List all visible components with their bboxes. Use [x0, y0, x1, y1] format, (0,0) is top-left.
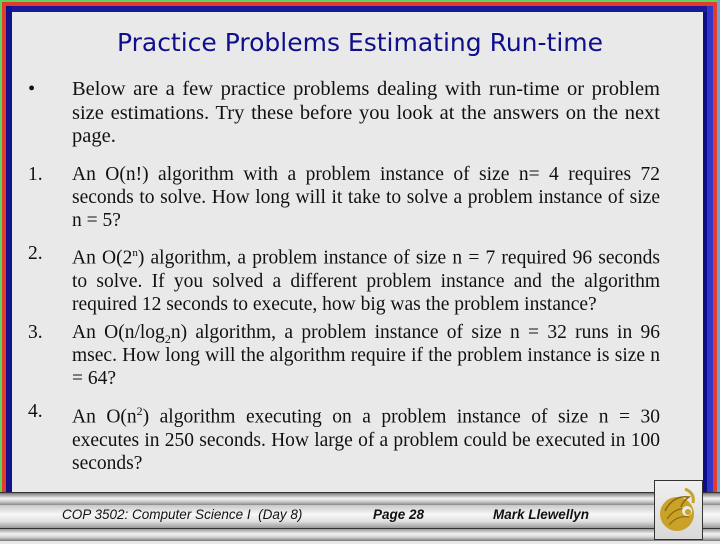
- footer-course: COP 3502: Computer Science I (Day 8): [62, 507, 303, 522]
- footer-page-number: Page 28: [373, 507, 425, 522]
- border-navy-left: [6, 6, 12, 495]
- border-blue-right: [707, 6, 713, 495]
- problem-number: 1.: [28, 164, 43, 185]
- intro-text: Below are a few practice problems dealin…: [72, 78, 660, 147]
- problem-text-part: An O(n/log: [72, 322, 165, 343]
- logo-box: [654, 480, 703, 540]
- footer-bar-bottom: [0, 528, 720, 541]
- problem-text-part: An O(n: [72, 406, 137, 428]
- footer-author: Mark Llewellyn: [493, 507, 590, 522]
- problem-number: 4.: [28, 401, 43, 422]
- footer-bar-top: [0, 492, 720, 506]
- problem-text: An O(n2) algorithm executing on a proble…: [72, 400, 660, 475]
- problem-text-part: ) algorithm, a problem instance of size …: [72, 247, 660, 315]
- problem-text-part: ) algorithm executing on a problem insta…: [72, 406, 660, 474]
- problem-text: An O(n!) algorithm with a problem instan…: [72, 163, 660, 232]
- problem-number: 3.: [28, 322, 43, 343]
- pegasus-logo-icon: [660, 487, 695, 531]
- border-navy-top: [6, 6, 713, 12]
- bullet-marker: •: [28, 78, 36, 100]
- problem-text-part: An O(n!) algorithm with a problem instan…: [72, 164, 660, 231]
- problem-text: An O(2n) algorithm, a problem instance o…: [72, 242, 660, 316]
- border-navy-right: [703, 12, 707, 495]
- problem-text-part: An O(2: [72, 247, 133, 269]
- border-red-right: [713, 2, 717, 495]
- problem-number: 2.: [28, 243, 43, 264]
- footer-bar: COP 3502: Computer Science I (Day 8) Pag…: [0, 492, 720, 541]
- problem-text: An O(n/log2n) algorithm, a problem insta…: [72, 321, 660, 390]
- slide-title: Practice Problems Estimating Run-time: [116, 28, 604, 57]
